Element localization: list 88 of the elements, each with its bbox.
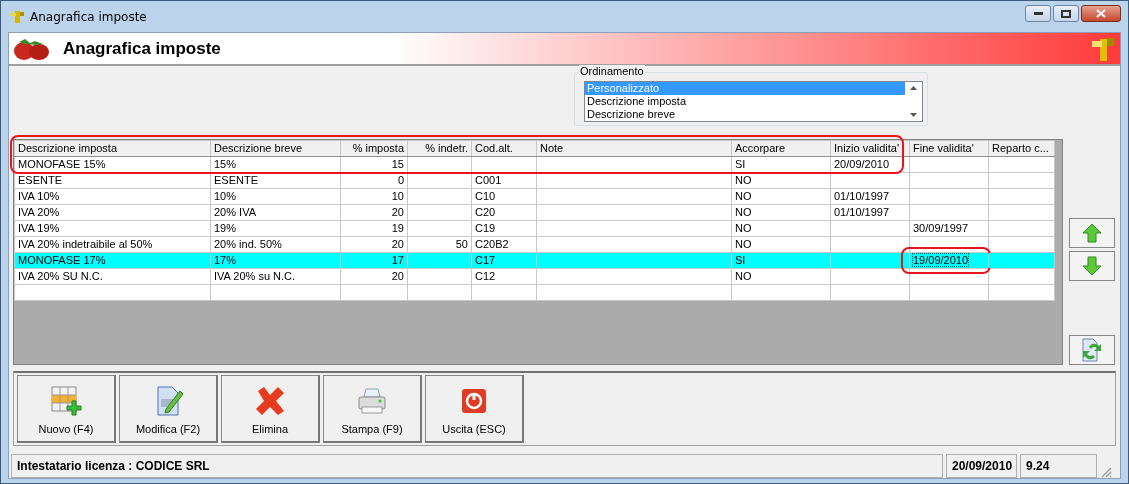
move-down-button[interactable] bbox=[1069, 251, 1115, 281]
column-header[interactable]: % imposta bbox=[340, 140, 408, 157]
table-cell: C12 bbox=[475, 270, 496, 282]
table-cell: C001 bbox=[475, 174, 502, 186]
column-header[interactable]: Note bbox=[536, 140, 732, 157]
table-cell: MONOFASE 17% bbox=[18, 254, 106, 266]
table-cell: 20% ind. 50% bbox=[214, 238, 282, 250]
table-cell: IVA 20% SU N.C. bbox=[18, 270, 103, 282]
table-cell: IVA 20% indetraibile al 50% bbox=[18, 238, 153, 250]
table-cell: IVA 10% bbox=[18, 190, 60, 202]
table-cell: 15% bbox=[214, 158, 237, 170]
table-cell: 0 bbox=[397, 174, 404, 186]
list-item[interactable]: Descrizione imposta bbox=[585, 95, 905, 108]
table-cell: NO bbox=[735, 238, 752, 250]
table-cell: 19/09/2010 bbox=[913, 254, 969, 266]
column-header[interactable]: Fine validita' bbox=[909, 140, 989, 157]
column-header[interactable]: Reparto c... bbox=[988, 140, 1055, 157]
table-cell: 01/10/1997 bbox=[834, 206, 890, 218]
arrow-down-icon bbox=[1082, 256, 1102, 276]
table-cell: MONOFASE 15% bbox=[18, 158, 106, 170]
table-cell: NO bbox=[735, 174, 752, 186]
table-cell: 50 bbox=[455, 238, 468, 250]
document-refresh-icon bbox=[1081, 338, 1103, 362]
window-title: Anagrafica imposte bbox=[30, 9, 147, 24]
ordering-list[interactable]: Personalizzato Descrizione imposta Descrizione breve bbox=[584, 81, 923, 122]
table-cell: SI bbox=[735, 158, 746, 170]
arrow-up-icon bbox=[1082, 223, 1102, 243]
license-text: Intestatario licenza : CODICE SRL bbox=[11, 454, 943, 478]
toolbar-button[interactable]: Nuovo (F4) bbox=[17, 375, 116, 443]
table-cell: NO bbox=[735, 206, 752, 218]
table-cell: C19 bbox=[475, 222, 496, 234]
column-header[interactable]: Inizio validita' bbox=[830, 140, 910, 157]
table-cell: 19% bbox=[214, 222, 237, 234]
table-cell: 20 bbox=[391, 206, 404, 218]
minimize-icon bbox=[1033, 12, 1043, 15]
toolbar-button[interactable]: Modifica (F2) bbox=[119, 375, 218, 443]
column-header[interactable]: % indetr. bbox=[407, 140, 472, 157]
table-cell: ESENTE bbox=[214, 174, 258, 186]
column-header[interactable]: Cod.alt. bbox=[471, 140, 537, 157]
table-cell: 19 bbox=[391, 222, 404, 234]
table-cell: 20 bbox=[391, 238, 404, 250]
table-cell: ESENTE bbox=[18, 174, 62, 186]
table-cell: 30/09/1997 bbox=[913, 222, 969, 234]
table-cell: C20 bbox=[475, 206, 496, 218]
column-header[interactable]: Descrizione imposta bbox=[14, 140, 211, 157]
toolbar-button[interactable]: Elimina bbox=[221, 375, 320, 443]
printer-icon bbox=[356, 385, 388, 417]
strawberries-icon bbox=[13, 36, 51, 61]
column-header[interactable]: Accorpare bbox=[731, 140, 831, 157]
table-cell: NO bbox=[735, 222, 752, 234]
table-cell: 20/09/2010 bbox=[834, 158, 890, 170]
close-button[interactable] bbox=[1081, 5, 1121, 22]
table-cell: 17% bbox=[214, 254, 237, 266]
scroll-down-icon[interactable] bbox=[910, 113, 917, 117]
table-cell: 10 bbox=[391, 190, 404, 202]
scroll-up-icon[interactable] bbox=[910, 86, 917, 90]
move-up-button[interactable] bbox=[1069, 218, 1115, 248]
table-cell: 20% IVA bbox=[214, 206, 256, 218]
group-label: Ordinamento bbox=[579, 65, 645, 77]
refresh-button[interactable] bbox=[1069, 335, 1115, 365]
header-title: Anagrafica imposte bbox=[63, 38, 221, 59]
table-cell: 01/10/1997 bbox=[834, 190, 890, 202]
minimize-button[interactable] bbox=[1025, 5, 1051, 22]
column-header[interactable]: Descrizione breve bbox=[210, 140, 341, 157]
table-cell: NO bbox=[735, 270, 752, 282]
maximize-icon bbox=[1061, 9, 1071, 18]
list-item[interactable]: Descrizione breve bbox=[585, 108, 905, 121]
resize-grip-icon[interactable] bbox=[1100, 466, 1112, 478]
table-cell: 15 bbox=[391, 158, 404, 170]
status-date: 20/09/2010 bbox=[946, 454, 1017, 478]
table-cell: SI bbox=[735, 254, 746, 266]
status-version: 9.24 bbox=[1020, 454, 1097, 478]
toolbar-button[interactable]: Uscita (ESC) bbox=[425, 375, 524, 443]
table-cell: IVA 20% bbox=[18, 206, 60, 218]
maximize-button[interactable] bbox=[1053, 5, 1079, 22]
table-cell: IVA 20% su N.C. bbox=[214, 270, 296, 282]
table-cell: 10% bbox=[214, 190, 237, 202]
close-icon bbox=[1096, 9, 1106, 18]
cross-icon bbox=[254, 385, 286, 417]
table-cell: NO bbox=[735, 190, 752, 202]
table-add-icon bbox=[50, 385, 82, 417]
table-cell: C17 bbox=[475, 254, 496, 266]
table-cell: C20B2 bbox=[475, 238, 509, 250]
table-cell: IVA 19% bbox=[18, 222, 60, 234]
table-cell: C10 bbox=[475, 190, 496, 202]
toolbar-button[interactable]: Stampa (F9) bbox=[323, 375, 422, 443]
table-cell: 17 bbox=[391, 254, 404, 266]
table-cell: 20 bbox=[391, 270, 404, 282]
